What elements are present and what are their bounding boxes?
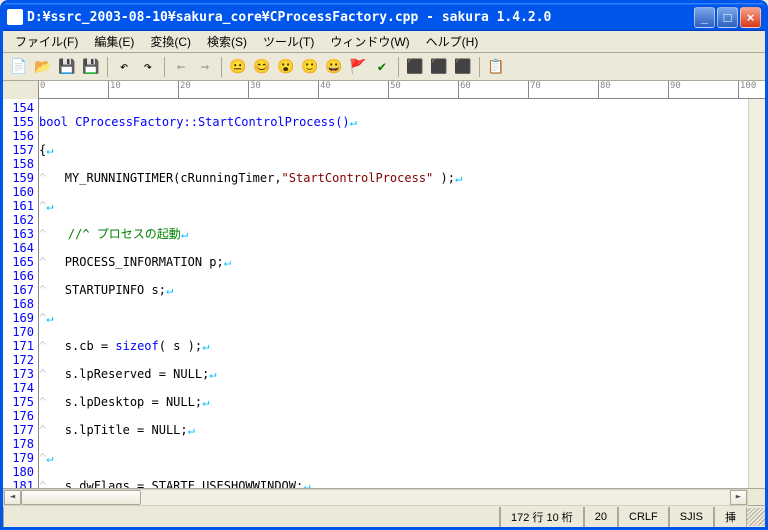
resize-grip[interactable] xyxy=(747,508,765,526)
face2-icon[interactable]: 😊 xyxy=(252,57,272,77)
menu-convert[interactable]: 変換(C) xyxy=(142,31,199,52)
menu-window[interactable]: ウィンドウ(W) xyxy=(322,31,417,52)
statusbar: 172 行 10 桁 20 CRLF SJIS 挿 xyxy=(3,505,765,527)
forward-icon[interactable]: → xyxy=(195,57,215,77)
tool2-icon[interactable]: ⬛ xyxy=(429,57,449,77)
menu-search[interactable]: 検索(S) xyxy=(199,31,255,52)
menu-help[interactable]: ヘルプ(H) xyxy=(418,31,487,52)
face3-icon[interactable]: 😮 xyxy=(276,57,296,77)
status-encoding: SJIS xyxy=(669,507,714,527)
face1-icon[interactable]: 😐 xyxy=(228,57,248,77)
saveall-icon[interactable]: 💾 xyxy=(81,57,101,77)
tool4-icon[interactable]: 📋 xyxy=(486,57,506,77)
status-mode: 挿 xyxy=(714,507,747,527)
face5-icon[interactable]: 😀 xyxy=(324,57,344,77)
menu-tool[interactable]: ツール(T) xyxy=(255,31,322,52)
status-position: 172 行 10 桁 xyxy=(500,507,584,527)
tool1-icon[interactable]: ⬛ xyxy=(405,57,425,77)
menu-file[interactable]: ファイル(F) xyxy=(7,31,86,52)
check-icon[interactable]: ✔ xyxy=(372,57,392,77)
code-area[interactable]: bool CProcessFactory::StartControlProces… xyxy=(38,99,765,488)
editor[interactable]: 1541551561571581591601611621631641651661… xyxy=(3,99,765,488)
menubar: ファイル(F) 編集(E) 変換(C) 検索(S) ツール(T) ウィンドウ(W… xyxy=(3,31,765,53)
face4-icon[interactable]: 🙂 xyxy=(300,57,320,77)
app-icon xyxy=(7,9,23,25)
vertical-scrollbar[interactable] xyxy=(748,99,765,488)
menu-edit[interactable]: 編集(E) xyxy=(86,31,142,52)
scroll-left-icon[interactable]: ◄ xyxy=(4,490,21,505)
titlebar[interactable]: D:¥ssrc_2003-08-10¥sakura_core¥CProcessF… xyxy=(3,3,765,31)
tool3-icon[interactable]: ⬛ xyxy=(453,57,473,77)
minimize-button[interactable]: _ xyxy=(694,7,715,28)
window-title: D:¥ssrc_2003-08-10¥sakura_core¥CProcessF… xyxy=(27,10,694,25)
undo-icon[interactable]: ↶ xyxy=(114,57,134,77)
scroll-thumb[interactable] xyxy=(21,490,141,505)
flag-icon[interactable]: 🚩 xyxy=(348,57,368,77)
main-window: D:¥ssrc_2003-08-10¥sakura_core¥CProcessF… xyxy=(0,0,768,530)
horizontal-scrollbar[interactable]: ◄ ► xyxy=(3,488,765,505)
new-icon[interactable]: 📄 xyxy=(9,57,29,77)
status-crlf: CRLF xyxy=(618,507,669,527)
close-button[interactable]: × xyxy=(740,7,761,28)
back-icon[interactable]: ← xyxy=(171,57,191,77)
scroll-right-icon[interactable]: ► xyxy=(730,490,747,505)
ruler: 0102030405060708090100 xyxy=(38,81,765,99)
line-gutter: 1541551561571581591601611621631641651661… xyxy=(3,99,38,488)
status-main xyxy=(3,507,500,527)
open-icon[interactable]: 📂 xyxy=(33,57,53,77)
maximize-button[interactable]: □ xyxy=(717,7,738,28)
redo-icon[interactable]: ↷ xyxy=(138,57,158,77)
toolbar: 📄 📂 💾 💾 ↶ ↷ ← → 😐 😊 😮 🙂 😀 🚩 ✔ ⬛ ⬛ ⬛ 📋 xyxy=(3,53,765,81)
save-icon[interactable]: 💾 xyxy=(57,57,77,77)
status-column: 20 xyxy=(584,507,618,527)
